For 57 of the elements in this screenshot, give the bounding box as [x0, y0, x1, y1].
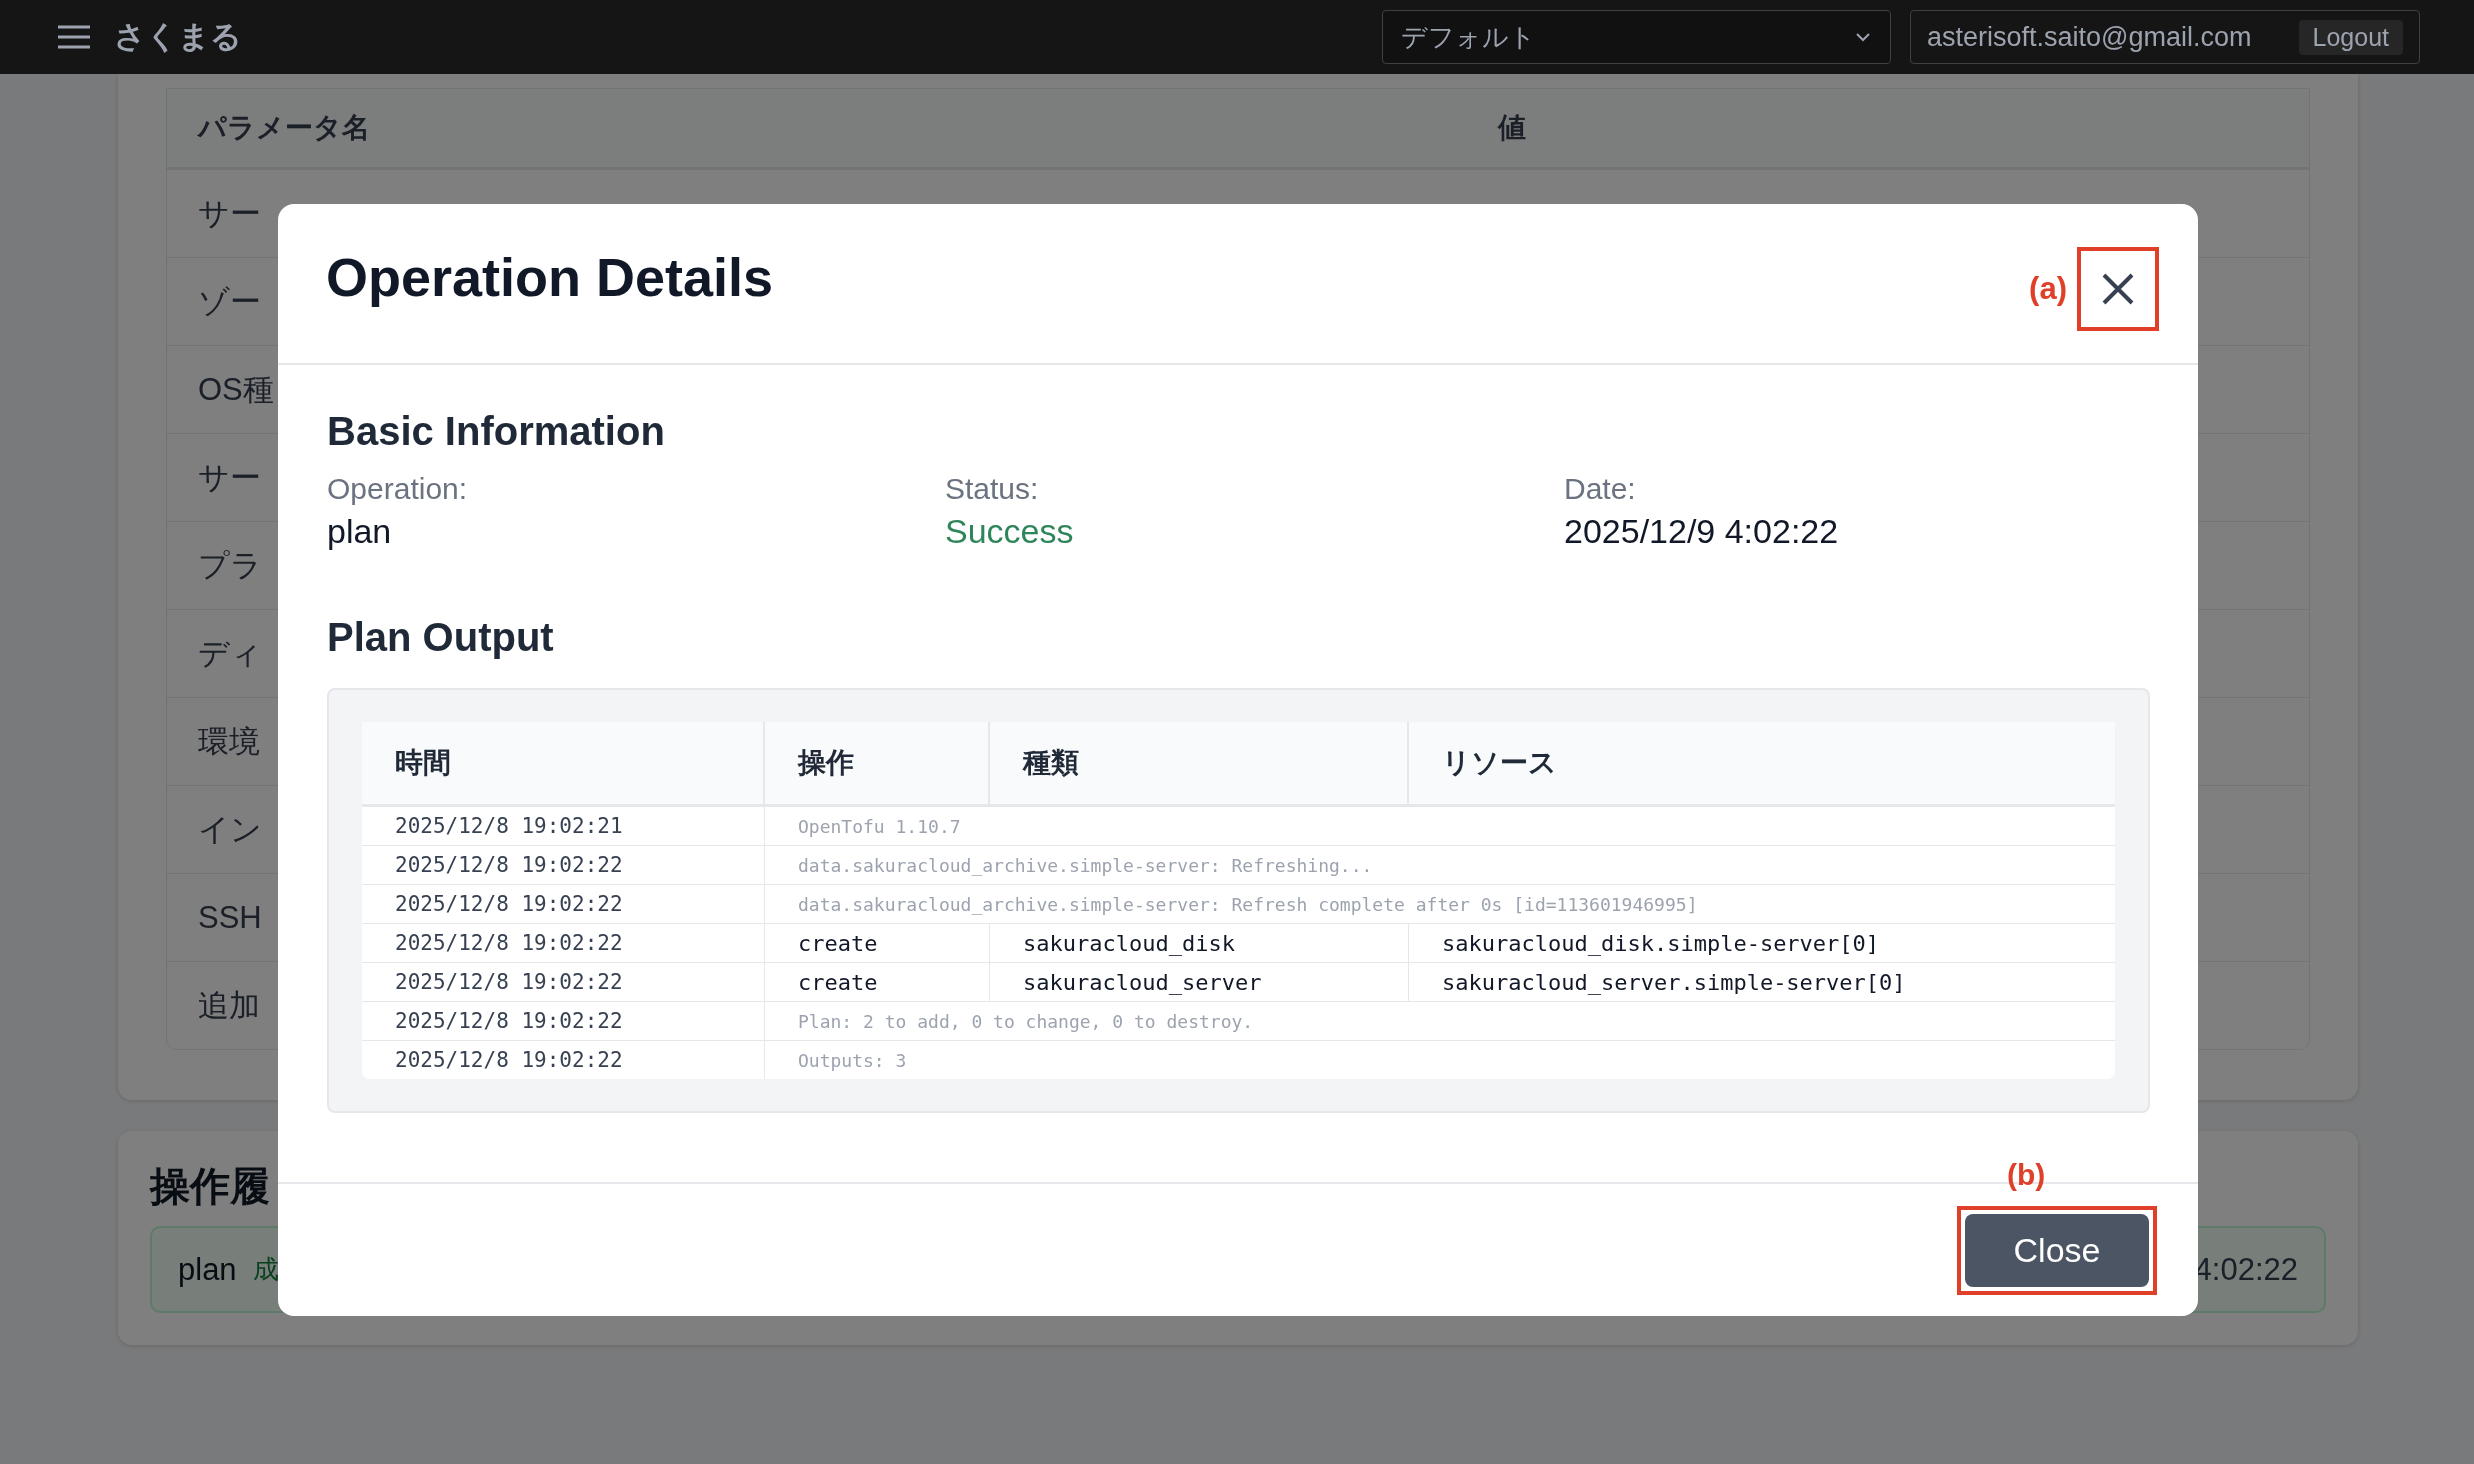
time-cell: 2025/12/8 19:02:22 — [362, 846, 765, 884]
table-cell-text: OS種 — [197, 370, 274, 409]
table-cell-text: SSH — [197, 899, 262, 936]
field-label: Operation: — [327, 472, 469, 506]
dialog-title: Operation Details — [326, 245, 774, 308]
section-heading: Basic Information — [327, 409, 666, 454]
status-text: Success — [945, 512, 1075, 551]
operation-name: plan — [178, 1251, 237, 1288]
time-cell: 2025/12/8 19:02:22 — [362, 963, 765, 1001]
profile-select[interactable]: デフォルト — [1382, 10, 1891, 64]
table-cell: create — [765, 963, 990, 1001]
date-text: 4:02:22 — [2194, 1251, 2298, 1288]
log-message: OpenTofu 1.10.7 — [797, 815, 961, 837]
table-cell-text: サー — [197, 194, 261, 233]
user-email: asterisoft.saito@gmail.com — [1927, 21, 2252, 53]
table-cell-text: ゾー — [197, 282, 261, 321]
section-title: 操作履 — [150, 1163, 270, 1210]
menu-icon[interactable] — [56, 23, 92, 51]
column-header: 値 — [1496, 111, 1526, 145]
annotation-label: (a) — [2029, 270, 2067, 307]
status-text: 成 — [252, 1253, 279, 1286]
section-heading: Plan Output — [327, 615, 555, 660]
time-cell: 2025/12/8 19:02:21 — [362, 807, 765, 845]
column-header: 操作 — [765, 722, 990, 804]
table-cell: create — [765, 924, 990, 962]
log-message: data.sakuracloud_archive.simple-server: Refresh complete after 0s [id=113601946995] — [797, 893, 1698, 915]
annotation-label: (b) — [2007, 1158, 2046, 1192]
table-cell-text: sakuracloud_disk.simple-server[0] — [1441, 929, 1880, 958]
table-cell-text: イン — [197, 810, 262, 849]
close-button[interactable]: Close — [1965, 1213, 2149, 1287]
table-cell-text: sakuracloud_server.simple-server[0] — [1441, 968, 1906, 997]
select-value: デフォルト — [1401, 20, 1536, 54]
log-message: Plan: 2 to add, 0 to change, 0 to destroy. — [797, 1010, 1254, 1032]
time-cell: 2025/12/8 19:02:22 — [362, 885, 765, 923]
table-cell-text: ディ — [197, 634, 262, 673]
field-value: plan — [327, 512, 393, 551]
time-cell: 2025/12/8 19:02:22 — [362, 1041, 765, 1079]
log-message: data.sakuracloud_archive.simple-server: Refreshing... — [797, 854, 1373, 876]
log-message: Outputs: 3 — [797, 1049, 907, 1071]
time-cell: 2025/12/8 19:02:22 — [362, 924, 765, 962]
column-header: パラメータ名 — [196, 111, 371, 145]
column-header: リソース — [1441, 746, 1557, 780]
chevron-icon[interactable] — [1854, 31, 1872, 43]
logout-button[interactable]: Logout — [2298, 19, 2403, 55]
table-cell-text: 環境 — [197, 722, 260, 761]
field-label: Status: — [945, 472, 1040, 506]
field-label: Date: — [1564, 472, 1637, 506]
table-cell-text: プラ — [197, 546, 262, 585]
field-value: 2025/12/9 4:02:22 — [1564, 512, 1840, 551]
table-cell-text: サー — [197, 458, 261, 497]
table-cell-text: 追加 — [197, 986, 260, 1025]
column-header: 種類 — [990, 722, 1409, 804]
table-cell: sakuracloud_disk — [990, 924, 1409, 962]
table-cell: sakuracloud_server — [990, 963, 1409, 1001]
time-cell: 2025/12/8 19:02:22 — [362, 1002, 765, 1040]
app-name: さくまる — [114, 18, 242, 56]
column-header: 時間 — [362, 722, 765, 804]
